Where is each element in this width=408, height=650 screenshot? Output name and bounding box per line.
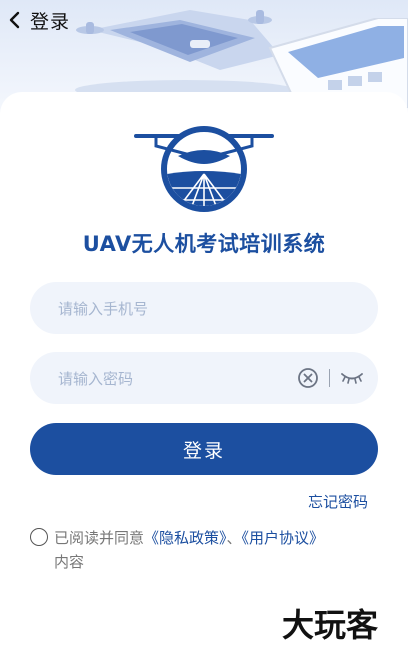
agreement-text: 已阅读并同意《隐私政策》、《用户协议》内容: [54, 526, 324, 574]
agreement-suffix: 内容: [54, 553, 85, 571]
agreement-separator: 、: [226, 529, 242, 547]
app-title: UAV无人机考试培训系统: [82, 232, 326, 256]
watermark-text: 大玩客: [282, 606, 378, 644]
user-agreement-link[interactable]: 《用户协议》: [242, 529, 325, 547]
uav-logo-icon: [134, 126, 274, 212]
password-placeholder: 请输入密码: [58, 369, 134, 388]
agreement-row: 已阅读并同意《隐私政策》、《用户协议》内容: [30, 526, 380, 574]
forgot-password-link[interactable]: 忘记密码: [308, 491, 368, 512]
eye-closed-icon[interactable]: [340, 371, 364, 385]
watermark-logo: 大玩客: [282, 606, 378, 644]
phone-input[interactable]: 请输入手机号: [30, 282, 378, 334]
password-input[interactable]: 请输入密码: [30, 352, 378, 404]
back-button[interactable]: 登录: [6, 6, 70, 34]
agreement-prefix: 已阅读并同意: [54, 529, 145, 547]
field-divider: [329, 369, 330, 387]
agreement-checkbox[interactable]: [30, 528, 48, 546]
phone-placeholder: 请输入手机号: [58, 299, 149, 318]
chevron-left-icon: [9, 11, 20, 29]
login-button[interactable]: 登录: [30, 423, 378, 475]
clear-icon[interactable]: [297, 367, 319, 389]
nav-title: 登录: [30, 10, 71, 33]
privacy-policy-link[interactable]: 《隐私政策》: [144, 529, 227, 547]
